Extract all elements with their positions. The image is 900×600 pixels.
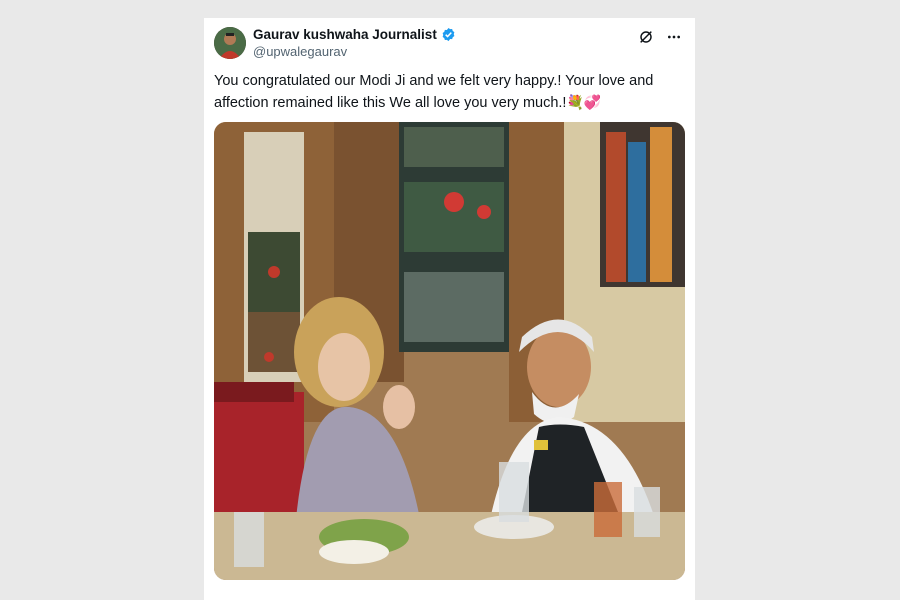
name-row: Gaurav kushwaha Journalist [253, 27, 456, 42]
tweet-card: Gaurav kushwaha Journalist @upwalegaurav… [204, 18, 695, 600]
avatar[interactable] [214, 27, 246, 59]
more-options-icon[interactable] [665, 28, 683, 46]
tweet-text: You congratulated our Modi Ji and we fel… [214, 71, 684, 114]
tweet-emojis: 💐💞 [566, 94, 602, 110]
grok-icon[interactable] [637, 28, 655, 46]
user-handle[interactable]: @upwalegaurav [253, 44, 347, 59]
tweet-photo[interactable] [214, 122, 685, 580]
display-name[interactable]: Gaurav kushwaha Journalist [253, 27, 437, 42]
tweet-actions-top [637, 28, 683, 46]
verified-badge-icon [441, 27, 456, 42]
